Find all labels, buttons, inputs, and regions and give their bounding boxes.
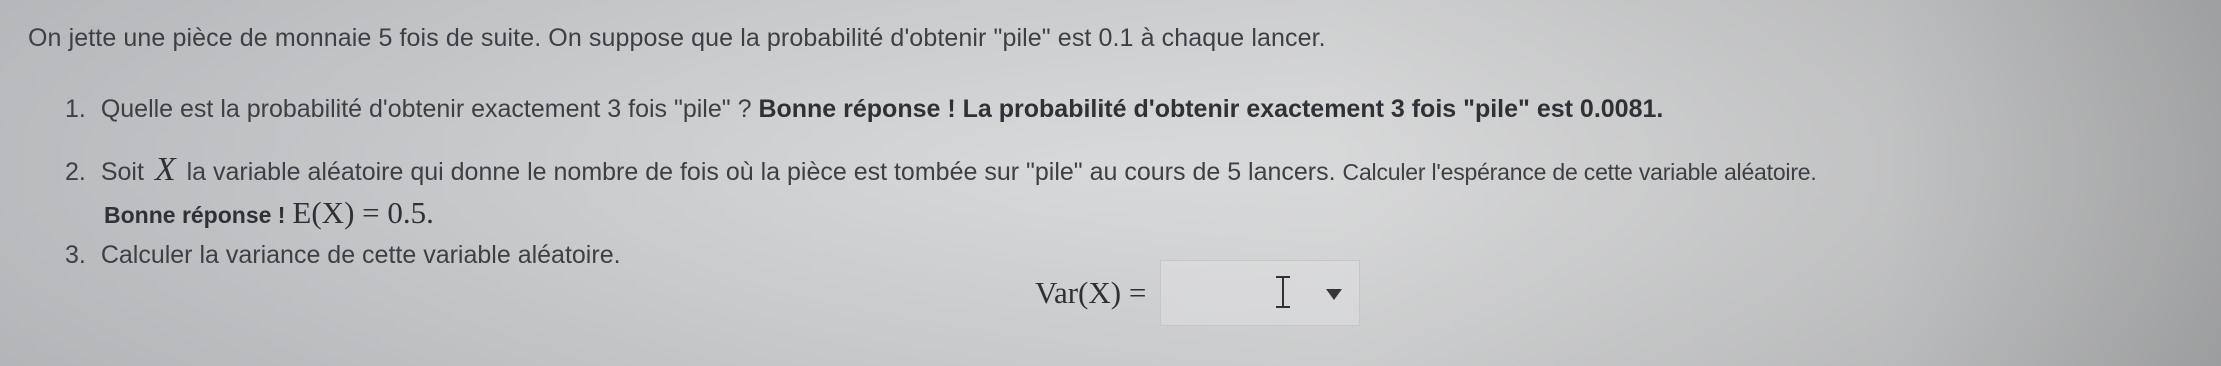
variance-label: Var(X) = [1035,275,1147,310]
chevron-down-icon[interactable] [1326,289,1343,300]
question-number: 1. [65,95,86,123]
variance-answer-row: Var(X) = [1035,260,1361,326]
question-text: Calculer la variance de cette variable a… [100,241,621,269]
feedback-correct: Bonne réponse ! [104,202,286,228]
exercise-panel: On jette une pièce de monnaie 5 fois de … [0,0,2221,366]
question-text-tail: Calculer l'espérance de cette variable a… [1342,159,1817,185]
question-1: 1. Quelle est la probabilité d'obtenir e… [65,95,1663,124]
question-number: 3. [65,241,86,269]
question-2: 2. Soit X la variable aléatoire qui donn… [65,151,1817,189]
variance-input[interactable] [1161,261,1292,325]
exercise-intro: On jette une pièce de monnaie 5 fois de … [28,24,1326,52]
feedback-correct: Bonne réponse ! La probabilité d'obtenir… [758,95,1664,123]
text-cursor-icon [1276,276,1291,308]
question-text-before: Soit [100,158,144,186]
math-variable: X [154,151,176,188]
feedback-math: E(X) = 0.5. [292,195,434,230]
question-text-after: la variable aléatoire qui donne le nombr… [186,158,1336,186]
question-2-feedback: Bonne réponse ! E(X) = 0.5. [104,195,434,231]
variance-answer-box[interactable] [1160,260,1361,326]
question-number: 2. [65,158,86,186]
question-3: 3. Calculer la variance de cette variabl… [65,241,621,270]
question-text: Quelle est la probabilité d'obtenir exac… [100,95,752,123]
